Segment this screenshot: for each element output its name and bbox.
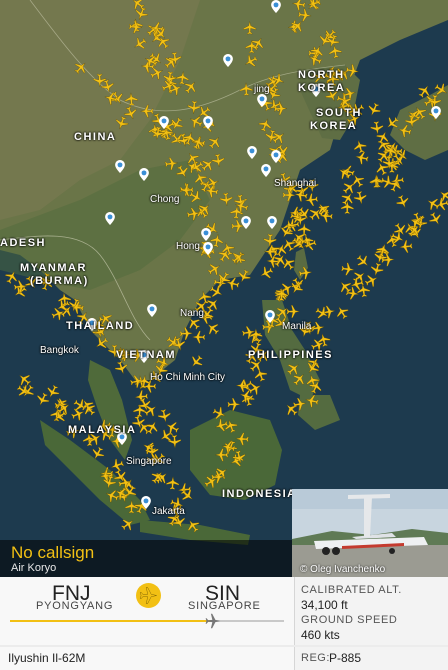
country-label: MALAYSIA bbox=[68, 424, 137, 436]
country-label: VIETNAM bbox=[116, 349, 176, 361]
country-label: THAILAND bbox=[66, 320, 135, 332]
country-label: MYANMAR bbox=[20, 262, 87, 274]
country-label: NORTH bbox=[298, 69, 345, 81]
city-label: Bangkok bbox=[40, 345, 79, 356]
route-section[interactable]: FNJ PYONGYANG SIN SINGAPORE bbox=[0, 577, 295, 645]
aircraft-photo[interactable]: © Oleg Ivanchenko bbox=[292, 489, 448, 577]
registration-value: P-885 bbox=[329, 651, 362, 665]
country-label: ADESH bbox=[0, 237, 47, 249]
city-label: Nang bbox=[180, 308, 204, 319]
aircraft-type-row[interactable]: Ilyushin Il-62M bbox=[0, 647, 295, 670]
callsign-banner[interactable]: No callsign Air Koryo bbox=[0, 540, 292, 577]
country-label: SOUTH bbox=[316, 107, 362, 119]
city-label: Shanghai bbox=[274, 178, 317, 189]
city-label: Hong bbox=[176, 241, 200, 252]
country-label: PHILIPPINES bbox=[248, 349, 333, 361]
altitude-value: 34,100 ft bbox=[301, 598, 348, 612]
flight-info-panel: FNJ PYONGYANG SIN SINGAPORE CALIBRATED A… bbox=[0, 577, 448, 670]
country-label: KOREA bbox=[310, 120, 358, 132]
registration-label: REG: bbox=[301, 652, 330, 664]
airline-name: Air Koryo bbox=[11, 562, 57, 574]
progress-airplane-icon bbox=[205, 613, 221, 629]
city-label: Jakarta bbox=[152, 506, 185, 517]
flight-progress-bar bbox=[10, 613, 284, 629]
origin-city: PYONGYANG bbox=[36, 600, 114, 612]
city-label: Manila bbox=[282, 321, 312, 332]
speed-label: GROUND SPEED bbox=[301, 614, 398, 626]
altitude-label: CALIBRATED ALT. bbox=[301, 584, 402, 596]
flight-progress-fill bbox=[10, 620, 213, 622]
city-label: Singapore bbox=[126, 456, 172, 467]
country-label: INDONESIA bbox=[222, 488, 297, 500]
city-label: Chong bbox=[150, 194, 180, 205]
aircraft-type: Ilyushin Il-62M bbox=[8, 651, 86, 665]
country-label: CHINA bbox=[74, 131, 117, 143]
photo-credit: © Oleg Ivanchenko bbox=[300, 564, 386, 575]
destination-city: SINGAPORE bbox=[188, 600, 261, 612]
country-label: (BURMA) bbox=[30, 275, 89, 287]
country-label: KOREA bbox=[298, 82, 346, 94]
flight-stats[interactable]: CALIBRATED ALT. 34,100 ft GROUND SPEED 4… bbox=[295, 577, 448, 645]
speed-value: 460 kts bbox=[301, 628, 340, 642]
city-label: jing bbox=[254, 84, 270, 95]
airplane-icon bbox=[136, 583, 161, 608]
registration-row[interactable]: REG: P-885 bbox=[295, 647, 448, 670]
city-label: Ho Chi Minh City bbox=[150, 372, 226, 383]
callsign: No callsign bbox=[11, 543, 95, 562]
